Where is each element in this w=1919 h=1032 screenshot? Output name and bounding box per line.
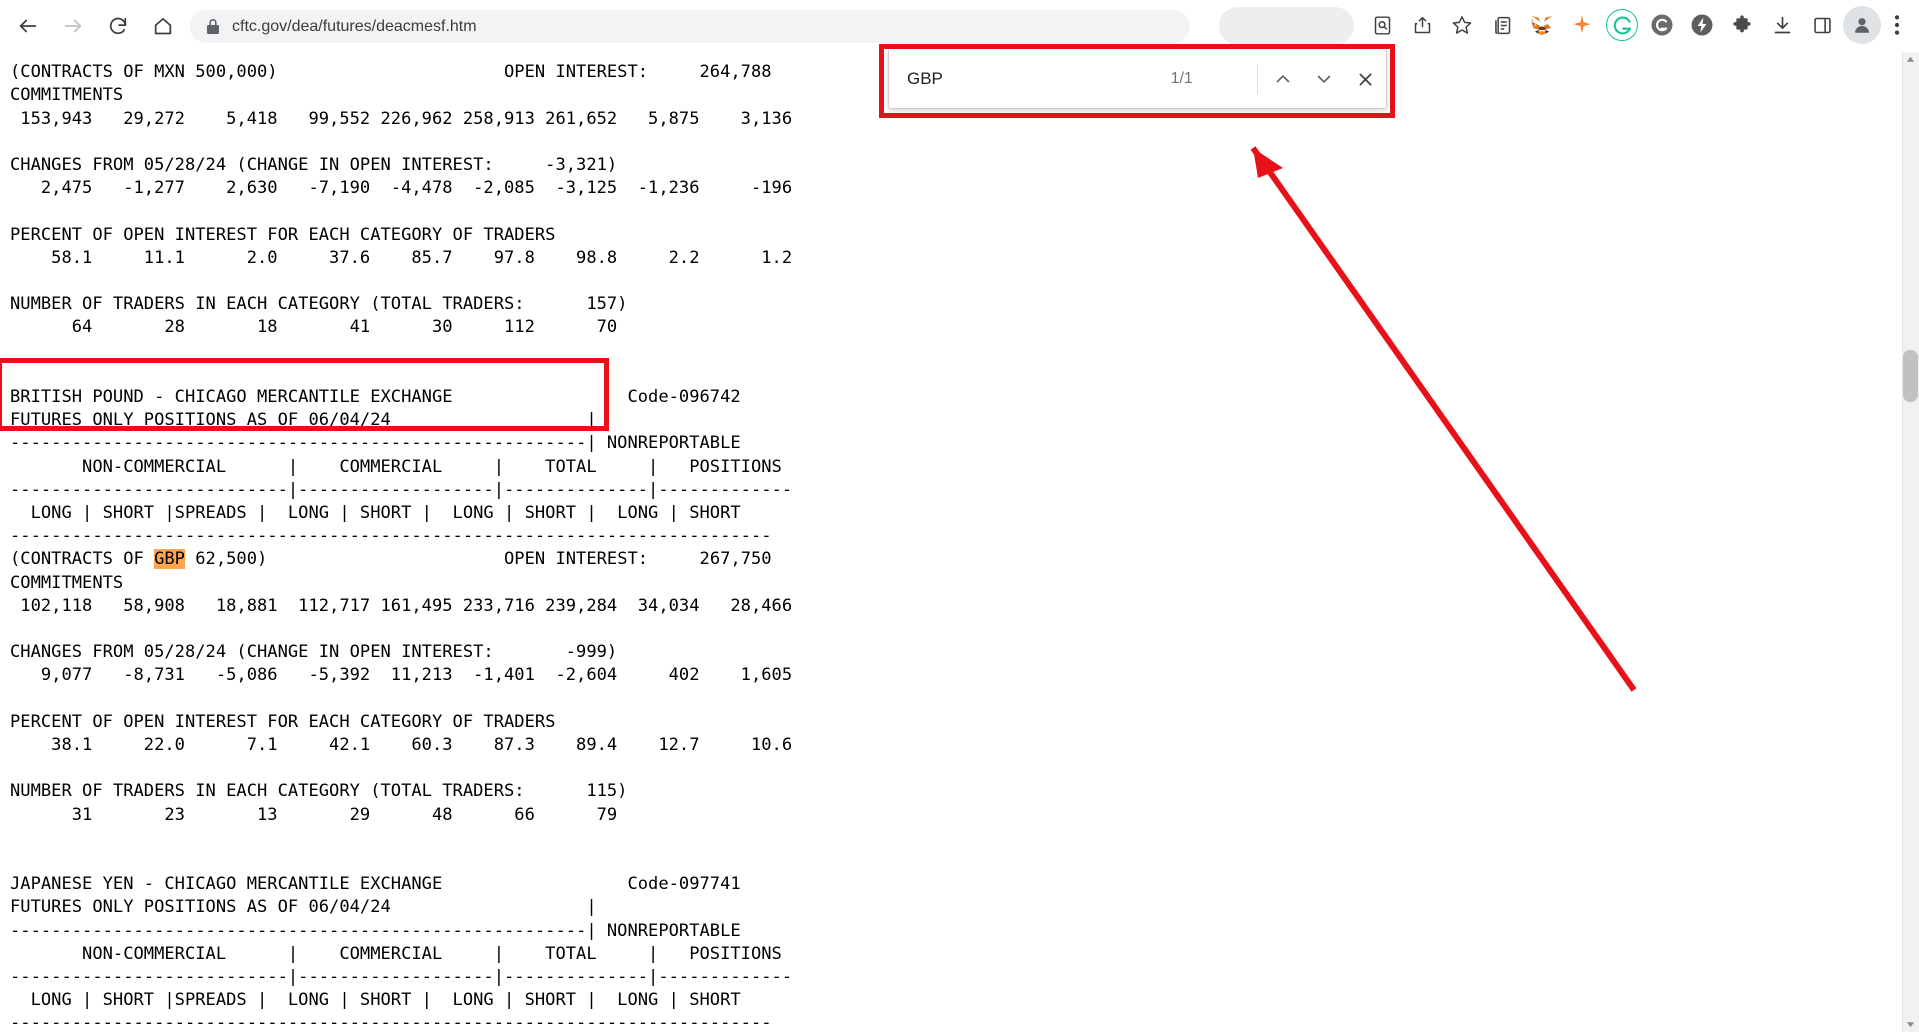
reload-icon[interactable]: [98, 6, 138, 46]
find-previous-button[interactable]: [1262, 58, 1303, 100]
find-in-page-icon[interactable]: [1363, 6, 1401, 44]
find-close-button[interactable]: [1345, 58, 1386, 100]
reading-list-icon[interactable]: [1483, 6, 1521, 44]
url-text: cftc.gov/dea/futures/deacmesf.htm: [232, 17, 477, 35]
metamask-fox-icon[interactable]: [1523, 6, 1561, 44]
copyright-c-icon[interactable]: [1643, 6, 1681, 44]
profile-avatar-icon[interactable]: [1843, 6, 1881, 44]
bookmark-star-icon[interactable]: [1443, 6, 1481, 44]
find-divider: [1257, 64, 1259, 94]
find-match-count: 1/1: [1170, 70, 1193, 87]
share-icon[interactable]: [1403, 6, 1441, 44]
browser-toolbar: cftc.gov/dea/futures/deacmesf.htm: [0, 0, 1919, 52]
find-next-button[interactable]: [1303, 58, 1344, 100]
address-bar[interactable]: cftc.gov/dea/futures/deacmesf.htm: [190, 10, 1190, 43]
find-in-page-bar: 1/1: [888, 50, 1387, 109]
downloads-icon[interactable]: [1763, 6, 1801, 44]
scrollbar-down-arrow[interactable]: [1903, 1017, 1918, 1032]
find-in-page-pill-background: [1219, 7, 1354, 45]
find-input[interactable]: [905, 68, 1171, 90]
forward-arrow-icon[interactable]: [53, 6, 93, 46]
navigation-button-group: [8, 6, 183, 46]
lightning-bolt-icon[interactable]: [1683, 6, 1721, 44]
page-viewport: (CONTRACTS OF MXN 500,000) OPEN INTEREST…: [0, 52, 1919, 1032]
grammarly-icon[interactable]: [1606, 9, 1638, 41]
search-match-highlight: GBP: [154, 549, 185, 570]
extensions-puzzle-icon[interactable]: [1723, 6, 1761, 44]
home-icon[interactable]: [143, 6, 183, 46]
toolbar-icon-group: [1363, 6, 1911, 44]
lock-icon: [206, 18, 220, 35]
back-arrow-icon[interactable]: [8, 6, 48, 46]
three-dot-menu-icon[interactable]: [1883, 6, 1911, 44]
sparkle-icon[interactable]: [1563, 6, 1601, 44]
vertical-scrollbar[interactable]: [1902, 52, 1919, 1032]
side-panel-icon[interactable]: [1803, 6, 1841, 44]
scrollbar-up-arrow[interactable]: [1903, 52, 1918, 67]
scrollbar-thumb[interactable]: [1903, 350, 1918, 402]
cftc-report-text: (CONTRACTS OF MXN 500,000) OPEN INTEREST…: [10, 62, 793, 1032]
